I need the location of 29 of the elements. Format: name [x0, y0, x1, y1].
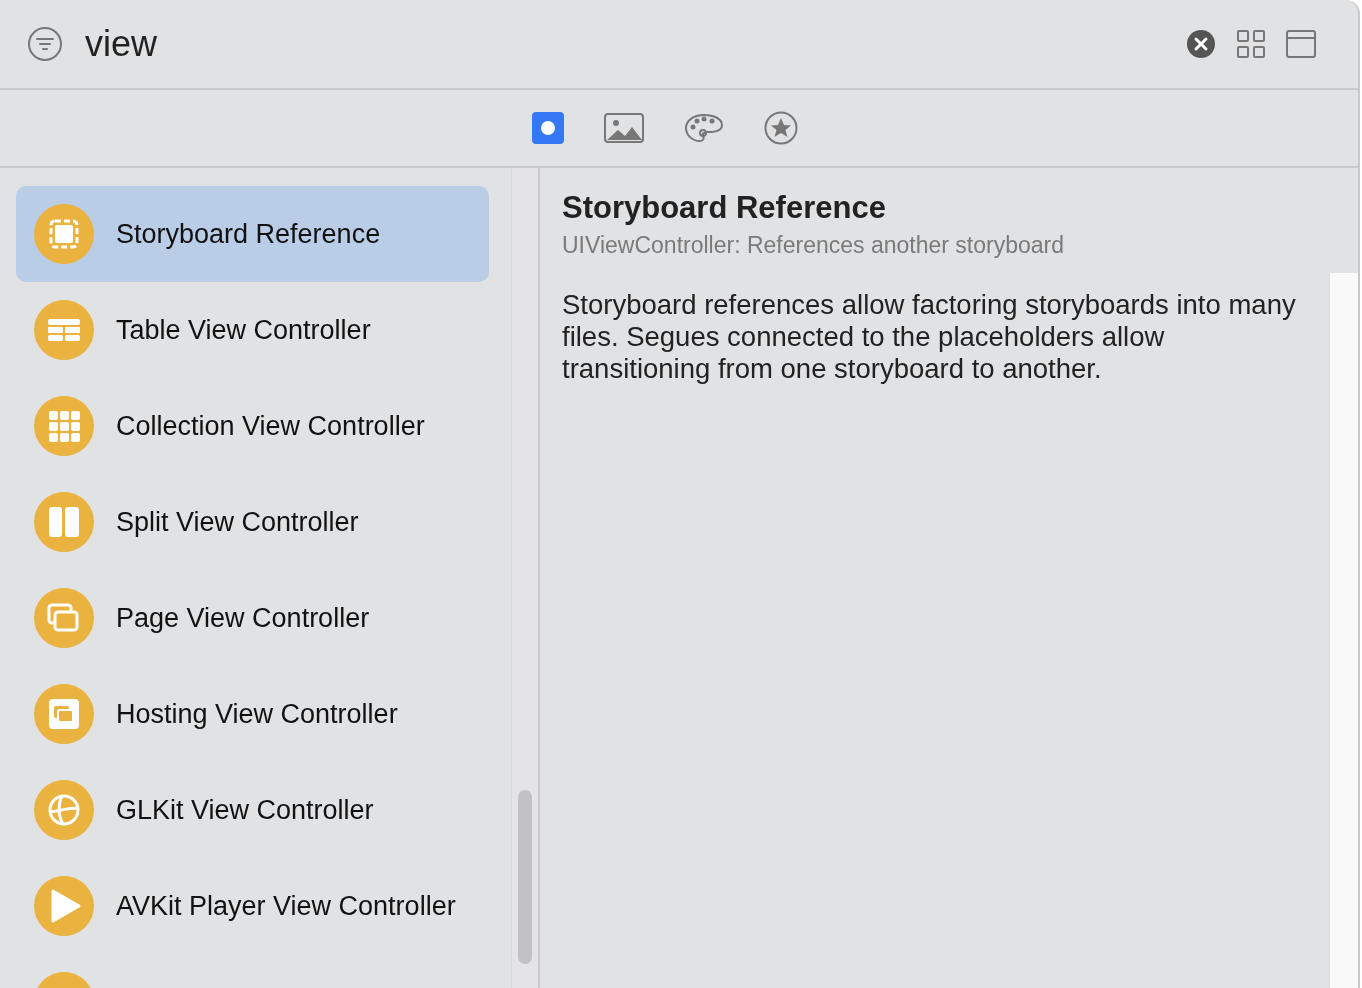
list-item[interactable]: Hosting View Controller	[16, 666, 489, 762]
list-item[interactable]: Split View Controller	[16, 474, 489, 570]
media-tab[interactable]	[604, 112, 644, 144]
detail-title: Storyboard Reference	[561, 190, 887, 226]
objects-tab[interactable]	[532, 112, 564, 144]
list-item[interactable]: AVKit Player View Controller	[16, 858, 489, 954]
filter-icon[interactable]	[27, 26, 63, 62]
collection-icon	[34, 396, 94, 456]
search-field[interactable]: view	[85, 23, 1166, 65]
storyboard-icon	[34, 204, 94, 264]
favorites-tab[interactable]	[764, 111, 798, 145]
colors-tab[interactable]	[684, 112, 724, 144]
list-item[interactable]: Page View Controller	[16, 570, 489, 666]
page-icon	[34, 588, 94, 648]
window-icon[interactable]	[1286, 29, 1316, 59]
list-item[interactable]: Collection View Controller	[16, 378, 489, 474]
list-item[interactable]: GLKit View Controller	[16, 762, 489, 858]
grid-view-icon[interactable]	[1236, 29, 1266, 59]
player-icon	[34, 876, 94, 936]
list-item[interactable]: Storyboard Reference	[16, 186, 489, 282]
clear-icon[interactable]	[1186, 29, 1216, 59]
detail-description: Storyboard references allow factoring storyboards into many files. Segues connected to the placeholders allow transitioning from one storyboard to another.	[561, 289, 1297, 386]
split-icon	[34, 492, 94, 552]
table-icon	[34, 300, 94, 360]
scrollbar-thumb[interactable]	[518, 790, 532, 964]
glkit-icon	[34, 780, 94, 840]
detail-subtitle: UIViewController: References another storyboard	[561, 232, 1065, 259]
list-item[interactable]: Table View Controller	[16, 282, 489, 378]
hosting-icon	[34, 684, 94, 744]
